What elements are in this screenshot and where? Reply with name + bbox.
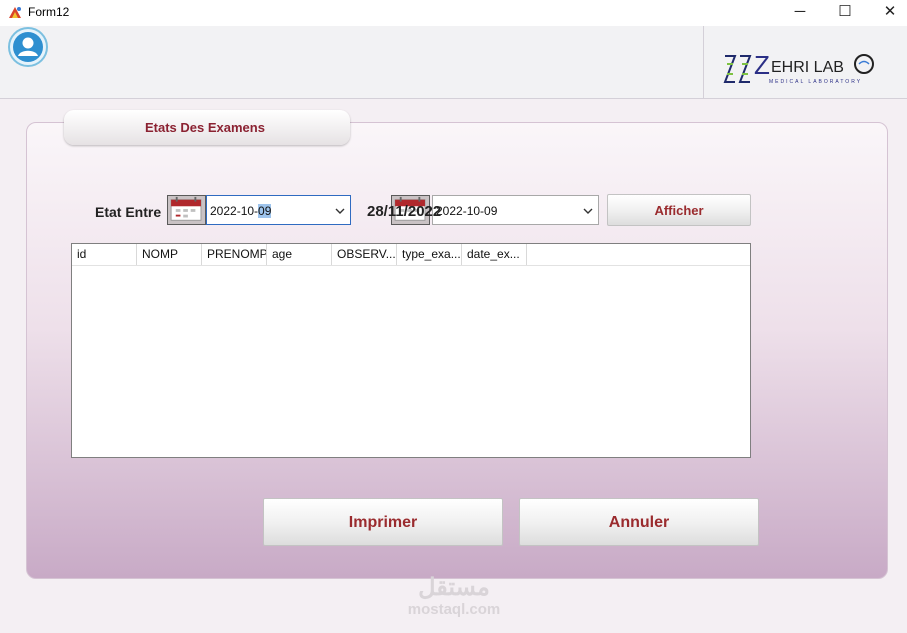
- column-header[interactable]: date_ex...: [462, 244, 527, 265]
- date-from-selected: 09: [258, 204, 272, 218]
- minimize-button[interactable]: ─: [777, 0, 823, 26]
- grid-header: id NOMP PRENOMP age OBSERV... type_exa..…: [72, 244, 750, 266]
- afficher-button[interactable]: Afficher: [607, 194, 751, 226]
- column-header[interactable]: type_exa...: [397, 244, 462, 265]
- annuler-button[interactable]: Annuler: [519, 498, 759, 546]
- chevron-down-icon[interactable]: [335, 203, 345, 219]
- chevron-down-icon[interactable]: [583, 203, 593, 219]
- header-divider: [703, 26, 704, 98]
- results-grid[interactable]: id NOMP PRENOMP age OBSERV... type_exa..…: [71, 243, 751, 458]
- title-bar: Form12 ─ ☐ ✕: [0, 0, 907, 26]
- window-title: Form12: [28, 5, 70, 19]
- calendar-icon[interactable]: [167, 195, 206, 225]
- app-icon: [9, 7, 21, 18]
- panel-title: Etats Des Examens: [145, 120, 265, 135]
- column-header[interactable]: NOMP: [137, 244, 202, 265]
- imprimer-button[interactable]: Imprimer: [263, 498, 503, 546]
- close-button[interactable]: ✕: [867, 0, 907, 26]
- date-from-picker[interactable]: 2022-10-09: [206, 195, 351, 225]
- column-header[interactable]: id: [72, 244, 137, 265]
- maximize-button[interactable]: ☐: [822, 0, 868, 26]
- lab-logo: Z EHRI LAB MEDICAL LABORATORY: [723, 50, 874, 85]
- column-header[interactable]: PRENOMP: [202, 244, 267, 265]
- watermark: مستقل mostaql.com: [398, 575, 510, 619]
- column-header[interactable]: age: [267, 244, 332, 265]
- logo-text: EHRI LAB: [771, 59, 844, 76]
- watermark-latin: mostaql.com: [407, 601, 501, 618]
- logo-subtitle: MEDICAL LABORATORY: [769, 79, 862, 85]
- between-label: Etat Entre: [95, 204, 162, 220]
- user-avatar-icon[interactable]: [8, 27, 48, 67]
- date-to-picker[interactable]: 2022-10-09: [432, 195, 599, 225]
- column-header[interactable]: OBSERV...: [332, 244, 397, 265]
- date-from-prefix: 2022-10-: [210, 204, 259, 218]
- logo-letter: Z: [754, 50, 770, 80]
- selected-date-label: 28/11/2022: [367, 203, 442, 220]
- watermark-arabic: مستقل: [418, 574, 490, 601]
- date-to-value: 2022-10-09: [436, 204, 498, 218]
